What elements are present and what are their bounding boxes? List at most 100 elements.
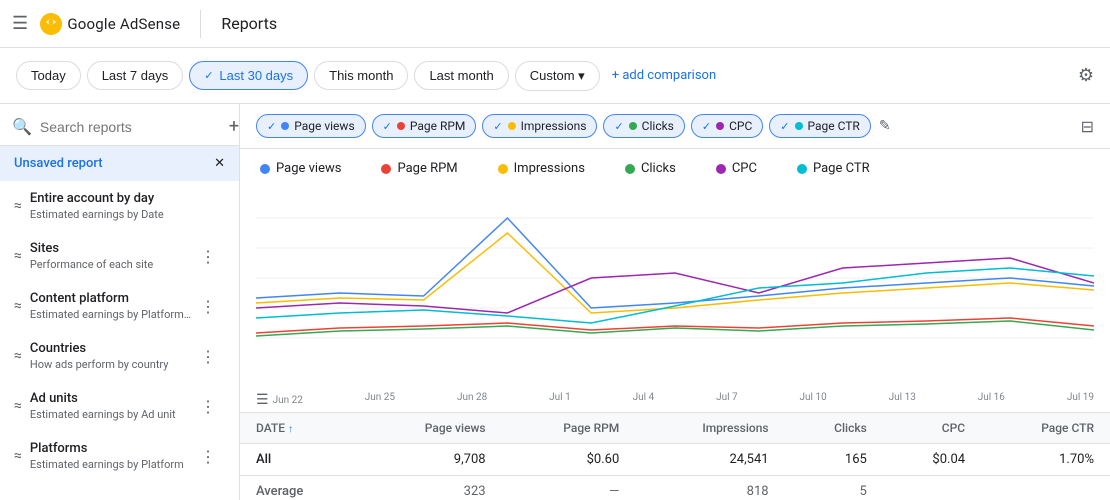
cell-clicks-avg: 5 (785, 476, 883, 500)
chip-page-views[interactable]: ✓ Page views (256, 114, 366, 138)
chip-dot-cpc (716, 122, 724, 130)
x-label-9: Jul 19 (1067, 392, 1094, 408)
sidebar-item-sites[interactable]: ≈ Sites Performance of each site ⋮ (0, 231, 231, 281)
adsense-logo-icon (39, 12, 63, 36)
table-header-row: DATE ↑ Page views Page RPM Impressions C… (240, 413, 1110, 444)
cell-clicks-all: 165 (785, 444, 883, 476)
cell-page-ctr-avg (981, 476, 1110, 500)
more-options-icon-platforms[interactable]: ⋮ (200, 447, 217, 466)
sidebar-item-content-platforms: Platforms Estimated earnings by Platform (30, 441, 200, 471)
sidebar-item-subtitle: Estimated earnings by Date (30, 208, 217, 221)
filter-today[interactable]: Today (16, 61, 81, 90)
sidebar-item-icon-cp: ≈ (14, 298, 22, 314)
legend-clicks: Clicks (625, 161, 676, 176)
sidebar-item-ad-units[interactable]: ≈ Ad units Estimated earnings by Ad unit… (0, 381, 231, 431)
chip-clicks[interactable]: ✓ Clicks (603, 114, 684, 138)
sidebar-item-icon-countries: ≈ (14, 348, 22, 364)
sidebar-item-content-countries: Countries How ads perform by country (30, 341, 200, 371)
legend-impressions: Impressions (498, 161, 585, 176)
page-title: Reports (221, 14, 277, 33)
col-cpc: CPC (883, 413, 981, 444)
legend-dot-clicks (625, 164, 635, 174)
cell-cpc-avg (883, 476, 981, 500)
sidebar-item-platforms[interactable]: ≈ Platforms Estimated earnings by Platfo… (0, 431, 231, 481)
x-label-2: Jun 28 (457, 392, 487, 408)
sidebar-item-content-platform[interactable]: ≈ Content platform Estimated earnings by… (0, 281, 231, 331)
sidebar-item-title-cp: Content platform (30, 291, 200, 306)
sort-icon-date: ↑ (288, 424, 293, 435)
cell-page-rpm-all: $0.60 (502, 444, 636, 476)
cell-date-all: All (240, 444, 361, 476)
sidebar-search-bar: 🔍 + (0, 104, 239, 146)
filter-last7[interactable]: Last 7 days (87, 61, 184, 90)
sidebar-item-countries[interactable]: ≈ Countries How ads perform by country ⋮ (0, 331, 231, 381)
hamburger-icon[interactable]: ☰ (12, 13, 28, 34)
cell-cpc-all: $0.04 (883, 444, 981, 476)
legend-label-clicks: Clicks (641, 161, 676, 176)
sidebar-item-title-adunits: Ad units (30, 391, 200, 406)
filter-this-month[interactable]: This month (314, 61, 408, 90)
filter-custom[interactable]: Custom ▾ (515, 61, 600, 91)
sidebar-item-entire-account[interactable]: ≈ Entire account by day Estimated earnin… (0, 181, 231, 231)
legend-dot-impressions (498, 164, 508, 174)
chip-impressions[interactable]: ✓ Impressions (482, 114, 597, 138)
sidebar-item-title-countries: Countries (30, 341, 200, 356)
legend-dot-page-rpm (381, 164, 391, 174)
legend-label-impressions: Impressions (514, 161, 585, 176)
chart-settings-icon[interactable]: ⊟ (1081, 117, 1094, 136)
main-layout: 🔍 + Unsaved report ✕ ≈ Entire account by… (0, 104, 1110, 500)
search-input[interactable] (40, 119, 221, 135)
chip-dot-impressions (508, 122, 516, 130)
x-label-4: Jul 4 (633, 392, 655, 408)
chip-cpc[interactable]: ✓ CPC (691, 114, 763, 138)
cell-page-rpm-avg: — (502, 476, 636, 500)
data-table: DATE ↑ Page views Page RPM Impressions C… (240, 412, 1110, 500)
col-page-ctr: Page CTR (981, 413, 1110, 444)
chip-label-page-rpm: Page RPM (410, 119, 466, 133)
sidebar-item-title: Entire account by day (30, 191, 217, 206)
chart-area (240, 188, 1110, 388)
more-options-icon-adunits[interactable]: ⋮ (200, 397, 217, 416)
sidebar-item-icon-sites: ≈ (14, 248, 22, 264)
add-comparison-button[interactable]: + add comparison (612, 68, 716, 83)
sidebar-item-subtitle-sites: Performance of each site (30, 258, 200, 271)
cell-page-views-avg: 323 (361, 476, 502, 500)
legend-label-page-rpm: Page RPM (397, 161, 457, 176)
logo-area: ☰ Google AdSense (12, 12, 180, 36)
x-label-6: Jul 10 (800, 392, 827, 408)
search-icon: 🔍 (12, 117, 32, 136)
filter-last30[interactable]: ✓ Last 30 days (189, 61, 308, 90)
close-unsaved-icon[interactable]: ✕ (214, 156, 225, 171)
more-options-icon-countries[interactable]: ⋮ (200, 347, 217, 366)
chip-dot-page-rpm (397, 122, 405, 130)
chip-page-ctr[interactable]: ✓ Page CTR (769, 114, 871, 138)
col-date[interactable]: DATE ↑ (240, 413, 361, 444)
col-impressions: Impressions (635, 413, 784, 444)
sidebar-item-subtitle-cp: Estimated earnings by Platform… (30, 308, 200, 321)
x-label-8: Jul 16 (978, 392, 1005, 408)
sidebar-item-icon-adunits: ≈ (14, 398, 22, 414)
more-options-icon-sites[interactable]: ⋮ (200, 247, 217, 266)
chip-label-page-ctr: Page CTR (808, 119, 860, 133)
chip-dot-page-views (281, 122, 289, 130)
more-options-icon-cp[interactable]: ⋮ (200, 297, 217, 316)
edit-metrics-icon[interactable]: ✎ (879, 118, 891, 134)
unsaved-report-item[interactable]: Unsaved report ✕ (0, 146, 239, 181)
chart-legend: Page views Page RPM Impressions Clicks C… (240, 149, 1110, 188)
settings-icon[interactable]: ⚙ (1078, 65, 1094, 86)
sidebar-item-subtitle-adunits: Estimated earnings by Ad unit (30, 408, 200, 421)
x-label-5: Jul 7 (716, 392, 738, 408)
chip-dot-clicks (629, 122, 637, 130)
col-clicks: Clicks (785, 413, 883, 444)
unsaved-report-label: Unsaved report (14, 156, 214, 171)
filter-last-month[interactable]: Last month (414, 61, 508, 90)
chip-page-rpm[interactable]: ✓ Page RPM (372, 114, 477, 138)
sidebar-item-title-sites: Sites (30, 241, 200, 256)
chip-label-cpc: CPC (729, 119, 752, 133)
table-row: Average 323 — 818 5 (240, 476, 1110, 500)
add-report-icon[interactable]: + (229, 116, 239, 137)
cell-date-avg: Average (240, 476, 361, 500)
metric-chips-bar: ✓ Page views ✓ Page RPM ✓ Impressions ✓ … (240, 104, 1110, 149)
x-label-0: ☰ Jun 22 (256, 392, 303, 408)
col-page-views: Page views (361, 413, 502, 444)
